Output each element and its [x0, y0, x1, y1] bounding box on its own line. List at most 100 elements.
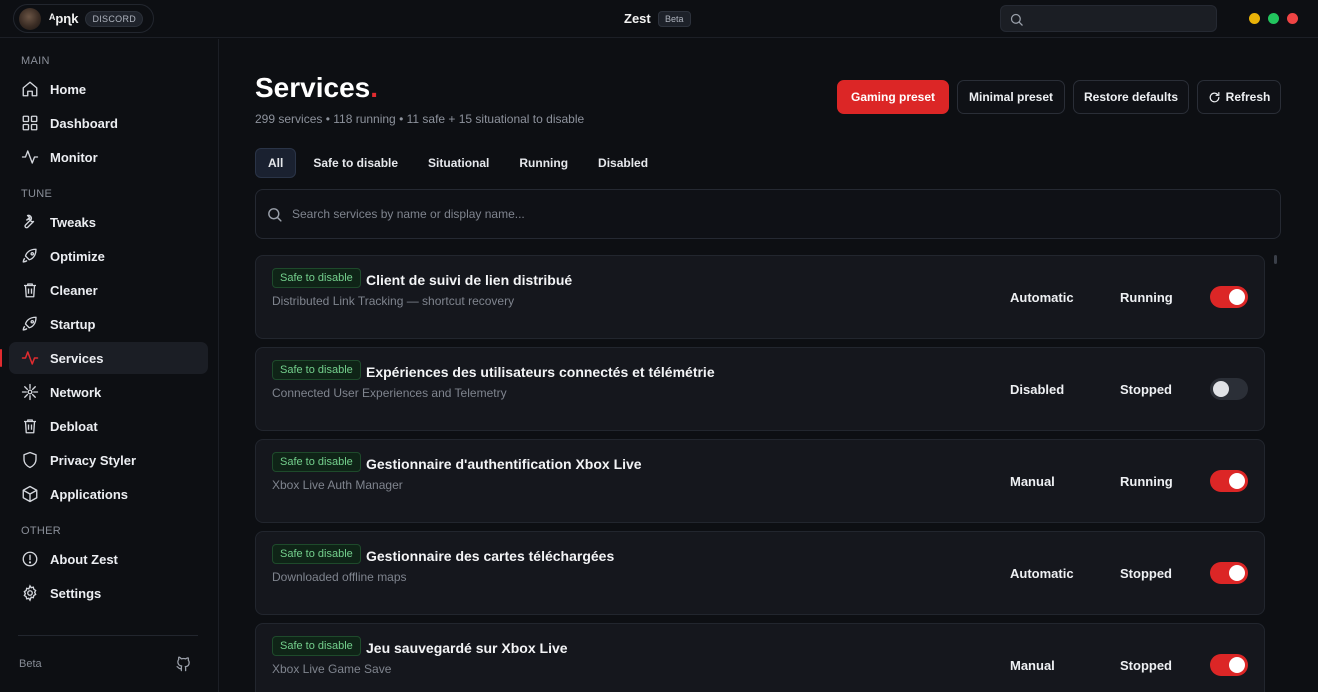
sidebar-item-label: Settings	[50, 585, 102, 601]
page-title-text: Services	[255, 72, 371, 103]
service-toggle[interactable]	[1210, 470, 1248, 492]
sidebar-item-startup[interactable]: Startup	[9, 308, 208, 340]
beta-badge: Beta	[658, 11, 691, 27]
refresh-icon	[1209, 91, 1220, 102]
wrench-icon	[24, 214, 35, 229]
global-search-input[interactable]	[1000, 5, 1217, 32]
sidebar-item-label: Debloat	[50, 418, 98, 434]
tab-situational[interactable]: Situational	[415, 148, 502, 178]
service-startup-type: Manual	[1010, 474, 1055, 489]
sidebar-item-network[interactable]: Network	[9, 376, 208, 408]
sidebar-item-label: Monitor	[50, 149, 98, 165]
sidebar-item-privacy-styler[interactable]: Privacy Styler	[9, 444, 208, 476]
tab-disabled[interactable]: Disabled	[585, 148, 661, 178]
service-status: Running	[1120, 474, 1173, 489]
sidebar-divider	[18, 635, 198, 636]
service-search-input[interactable]	[292, 190, 1262, 238]
service-description: Xbox Live Auth Manager	[272, 478, 403, 492]
activity-icon	[21, 351, 39, 365]
sidebar-item-services[interactable]: Services	[0, 342, 208, 374]
package-icon	[22, 485, 38, 503]
minimal-preset-button[interactable]: Minimal preset	[957, 80, 1065, 114]
username: ᴬpɳk	[49, 11, 79, 26]
sidebar-item-debloat[interactable]: Debloat	[9, 410, 208, 442]
safe-badge: Safe to disable	[272, 268, 361, 288]
refresh-button-label: Refresh	[1225, 90, 1271, 104]
service-name: Gestionnaire des cartes téléchargées	[366, 548, 615, 564]
github-icon[interactable]	[175, 655, 192, 672]
main-content: Services. 299 services • 118 running • 1…	[219, 39, 1318, 692]
service-toggle[interactable]	[1210, 562, 1248, 584]
network-icon	[21, 383, 39, 401]
service-description: Downloaded offline maps	[272, 570, 407, 584]
service-name: Expériences des utilisateurs connectés e…	[366, 364, 715, 380]
tab-all[interactable]: All	[255, 148, 297, 178]
app-title: Zest	[624, 11, 651, 26]
search-icon	[1010, 13, 1023, 26]
sidebar-item-label: Dashboard	[50, 115, 118, 131]
safe-badge: Safe to disable	[272, 452, 361, 472]
section-label-other: OTHER	[21, 525, 61, 537]
maximize-button[interactable]	[1268, 13, 1279, 24]
sidebar-item-label: Services	[50, 350, 104, 366]
section-label-tune: TUNE	[21, 188, 53, 200]
gaming-preset-button[interactable]: Gaming preset	[837, 80, 949, 114]
discord-badge: DISCORD	[85, 10, 144, 27]
sidebar-item-about[interactable]: About Zest	[9, 543, 208, 575]
service-card: Safe to disable Gestionnaire des cartes …	[255, 531, 1265, 615]
sidebar-item-label: Home	[50, 81, 87, 97]
service-description: Distributed Link Tracking — shortcut rec…	[272, 294, 515, 308]
section-label-main: MAIN	[21, 55, 50, 67]
scrollbar[interactable]	[1274, 255, 1277, 264]
service-name: Gestionnaire d'authentification Xbox Liv…	[366, 456, 642, 472]
sidebar-item-settings[interactable]: Settings	[9, 577, 208, 609]
page-title: Services.	[255, 72, 378, 104]
service-name: Client de suivi de lien distribué	[366, 272, 573, 288]
sidebar-item-label: Applications	[50, 486, 129, 502]
tab-running[interactable]: Running	[506, 148, 581, 178]
sidebar-item-optimize[interactable]: Optimize	[9, 240, 208, 272]
service-card: Safe to disable Expériences des utilisat…	[255, 347, 1265, 431]
toggle-knob	[1213, 381, 1229, 397]
filter-tabs: All Safe to disable Situational Running …	[255, 148, 665, 178]
service-startup-type: Manual	[1010, 658, 1055, 673]
safe-badge: Safe to disable	[272, 360, 361, 380]
sidebar-item-monitor[interactable]: Monitor	[9, 141, 208, 173]
service-toggle[interactable]	[1210, 286, 1248, 308]
toggle-knob	[1229, 473, 1245, 489]
minimize-button[interactable]	[1249, 13, 1260, 24]
sidebar-item-applications[interactable]: Applications	[9, 478, 208, 510]
user-chip[interactable]: ᴬpɳk DISCORD	[13, 4, 154, 33]
sidebar-item-label: Startup	[50, 316, 96, 332]
safe-badge: Safe to disable	[272, 636, 361, 656]
service-toggle[interactable]	[1210, 378, 1248, 400]
service-toggle[interactable]	[1210, 654, 1248, 676]
title-bar: ᴬpɳk DISCORD Zest Beta	[0, 0, 1318, 38]
service-status: Stopped	[1120, 658, 1172, 673]
sidebar-version-label: Beta	[19, 658, 42, 670]
sidebar-item-cleaner[interactable]: Cleaner	[9, 274, 208, 306]
sidebar-item-tweaks[interactable]: Tweaks	[9, 206, 208, 238]
service-status: Stopped	[1120, 566, 1172, 581]
service-description: Connected User Experiences and Telemetry	[272, 386, 507, 400]
gear-icon	[23, 584, 37, 602]
search-icon	[268, 208, 282, 222]
rocket-icon	[22, 316, 37, 331]
toggle-knob	[1229, 289, 1245, 305]
sidebar-item-dashboard[interactable]: Dashboard	[9, 107, 208, 139]
service-startup-type: Automatic	[1010, 290, 1074, 305]
sidebar-item-home[interactable]: Home	[9, 73, 208, 105]
avatar	[19, 7, 41, 30]
service-description: Xbox Live Game Save	[272, 662, 392, 676]
restore-defaults-button[interactable]: Restore defaults	[1073, 80, 1189, 114]
service-startup-type: Automatic	[1010, 566, 1074, 581]
info-icon	[22, 551, 38, 567]
sidebar-item-label: Privacy Styler	[50, 452, 137, 468]
refresh-button[interactable]: Refresh	[1197, 80, 1281, 114]
close-button[interactable]	[1287, 13, 1298, 24]
sidebar-item-label: About Zest	[50, 551, 118, 567]
trash-icon	[24, 419, 36, 434]
dashboard-icon	[22, 115, 38, 131]
tab-safe-to-disable[interactable]: Safe to disable	[300, 148, 411, 178]
activity-icon	[21, 150, 39, 164]
